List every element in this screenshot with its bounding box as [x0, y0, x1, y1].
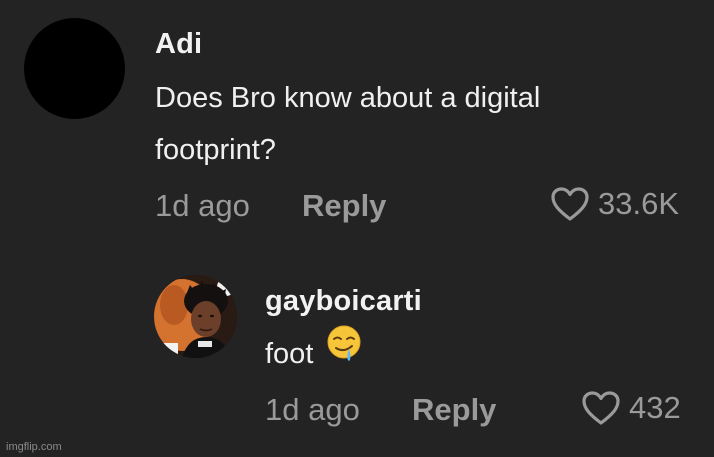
comment-timestamp: 1d ago — [155, 188, 250, 223]
reply-text: foot — [265, 338, 314, 370]
reply-reply-button[interactable]: Reply — [412, 392, 496, 428]
reply-username[interactable]: gayboicarti — [265, 285, 422, 318]
watermark: imgflip.com — [6, 441, 62, 453]
comment-text-line2: footprint? — [155, 134, 276, 166]
avatar-gayboicarti[interactable] — [154, 275, 237, 358]
comment-like-button[interactable]: 33.6K — [550, 186, 679, 222]
reply-like-button[interactable]: 432 — [581, 390, 681, 426]
drooling-face-icon — [325, 324, 365, 381]
reply-text-row: foot — [265, 325, 365, 381]
comment-username[interactable]: Adi — [155, 28, 202, 61]
comment-like-count: 33.6K — [598, 186, 680, 221]
comments-panel: Adi Does Bro know about a digital footpr… — [0, 0, 714, 457]
reply-like-count: 432 — [629, 390, 681, 425]
heart-icon — [581, 390, 621, 426]
reply-timestamp: 1d ago — [265, 392, 360, 427]
comment-reply-button[interactable]: Reply — [302, 188, 386, 224]
comment-text-line1: Does Bro know about a digital — [155, 82, 541, 114]
avatar-adi[interactable] — [24, 18, 125, 119]
heart-icon — [550, 186, 590, 222]
